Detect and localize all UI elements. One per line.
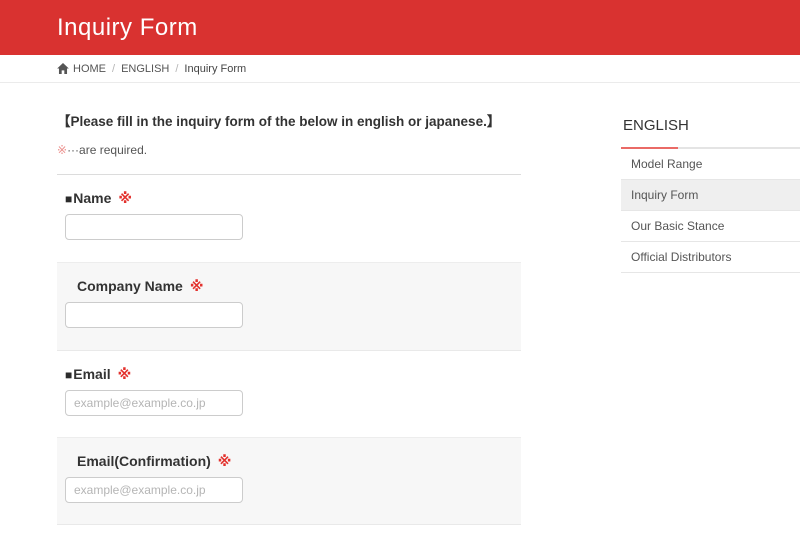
required-mark-icon: ※ <box>217 453 232 469</box>
name-label-text: Name <box>73 190 112 206</box>
company-name-label-text: Company Name <box>77 278 183 294</box>
email-confirmation-input[interactable] <box>65 477 243 503</box>
required-mark-icon: ※ <box>189 278 204 294</box>
breadcrumb-label-home: HOME <box>73 62 106 75</box>
sidebar-menu: Model Range Inquiry Form Our Basic Stanc… <box>621 149 800 273</box>
email-label-text: Email <box>73 366 111 382</box>
email-label: ■Email ※ <box>65 366 521 383</box>
intro-heading: 【Please fill in the inquiry form of the … <box>57 114 501 129</box>
form-row-name: ■Name ※ <box>57 175 521 263</box>
breadcrumb: HOME / ENGLISH / Inquiry Form <box>0 55 800 83</box>
form-row-email-confirmation: Email(Confirmation) ※ <box>57 438 521 525</box>
sidebar-item-official-distributors[interactable]: Official Distributors <box>621 242 800 273</box>
company-name-input[interactable] <box>65 302 243 328</box>
email-confirmation-label: Email(Confirmation) ※ <box>65 453 521 470</box>
sidebar-item-label: Official Distributors <box>631 250 732 264</box>
sidebar-item-label: Inquiry Form <box>631 188 699 202</box>
breadcrumb-current: Inquiry Form <box>184 62 247 75</box>
sidebar-item-label: Our Basic Stance <box>631 219 725 233</box>
bullet-square-icon: ■ <box>65 368 73 382</box>
page-title: Inquiry Form <box>57 13 198 41</box>
page-header: Inquiry Form <box>0 0 800 55</box>
breadcrumb-link-home[interactable]: HOME <box>57 63 106 75</box>
required-note: ※···are required. <box>57 143 521 157</box>
form-row-company-name: Company Name ※ <box>57 263 521 351</box>
sidebar-item-inquiry-form[interactable]: Inquiry Form <box>621 180 800 211</box>
sidebar-item-our-basic-stance[interactable]: Our Basic Stance <box>621 211 800 242</box>
breadcrumb-separator: / <box>175 62 179 75</box>
sidebar-title: ENGLISH <box>621 117 800 149</box>
email-confirmation-label-text: Email(Confirmation) <box>77 453 211 469</box>
bullet-square-icon: ■ <box>65 192 73 206</box>
sidebar: ENGLISH Model Range Inquiry Form Our Bas… <box>621 113 800 273</box>
form-row-email: ■Email ※ <box>57 351 521 438</box>
email-input[interactable] <box>65 390 243 416</box>
content-column: 【Please fill in the inquiry form of the … <box>57 113 521 525</box>
name-input[interactable] <box>65 214 243 240</box>
required-note-text: ···are required. <box>67 143 148 157</box>
main-area: 【Please fill in the inquiry form of the … <box>0 83 800 525</box>
sidebar-item-model-range[interactable]: Model Range <box>621 149 800 180</box>
required-note-mark: ※ <box>57 143 68 157</box>
home-icon <box>57 63 69 74</box>
inquiry-form: ■Name※ Company Name※ ■Email※ Email(Confi… <box>57 174 521 525</box>
breadcrumb-separator: / <box>112 62 116 75</box>
required-mark-icon: ※ <box>117 366 132 382</box>
required-mark-icon: ※ <box>118 190 133 206</box>
breadcrumb-link-english[interactable]: ENGLISH <box>121 63 169 75</box>
company-name-label: Company Name ※ <box>65 278 521 295</box>
sidebar-item-label: Model Range <box>631 157 703 171</box>
name-label: ■Name ※ <box>65 190 521 207</box>
